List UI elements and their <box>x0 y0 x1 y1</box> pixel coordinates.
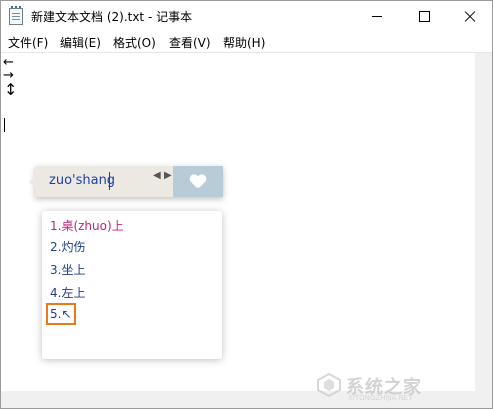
candidate-item[interactable]: 3.坐上 <box>50 261 85 278</box>
close-button[interactable] <box>447 1 493 32</box>
candidate-item[interactable]: 1.桌(zhuo)上 <box>50 217 124 234</box>
heart-icon <box>190 175 206 189</box>
page-next-icon[interactable]: ▶ <box>164 170 172 181</box>
maximize-button[interactable] <box>401 1 447 32</box>
ime-pointer-icon <box>29 176 35 188</box>
arrow-updown-icon: ↕ <box>4 80 18 99</box>
menu-help[interactable]: 帮助(H) <box>223 34 265 51</box>
candidate-item[interactable]: 2.灼伤 <box>50 238 85 255</box>
ime-skin-button[interactable] <box>173 166 223 197</box>
notepad-icon <box>9 6 23 25</box>
title-bar[interactable]: 新建文本文档 (2).txt - 记事本 <box>1 1 492 32</box>
ime-input-text: zuo'shang <box>49 173 116 188</box>
ime-composition-bar: zuo'shang ◀ ▶ <box>29 166 223 197</box>
ime-caret <box>109 172 110 190</box>
close-icon <box>464 11 476 23</box>
menu-edit[interactable]: 编辑(E) <box>60 34 101 51</box>
menu-view[interactable]: 查看(V) <box>169 34 211 51</box>
text-caret <box>4 118 5 132</box>
watermark: 系统之家 XITONGZHIJIA.NET <box>316 370 486 402</box>
annotation-highlight-box <box>46 303 76 325</box>
maximize-icon <box>418 11 430 22</box>
menu-format[interactable]: 格式(O) <box>113 34 156 51</box>
vertical-scrollbar[interactable] <box>475 53 492 391</box>
minimize-icon <box>372 16 382 17</box>
watermark-subtext: XITONGZHIJIA.NET <box>348 394 413 402</box>
page-prev-icon[interactable]: ◀ <box>153 170 161 181</box>
candidate-list: 1.桌(zhuo)上 2.灼伤 3.坐上 4.左上 5.↖ <box>42 211 222 359</box>
menu-file[interactable]: 文件(F) <box>8 34 48 51</box>
menu-bar: 文件(F) 编辑(E) 格式(O) 查看(V) 帮助(H) <box>1 32 492 53</box>
window-title: 新建文本文档 (2).txt - 记事本 <box>31 10 193 24</box>
minimize-button[interactable] <box>354 1 400 32</box>
watermark-logo-icon <box>317 372 341 398</box>
candidate-item[interactable]: 4.左上 <box>50 284 85 301</box>
